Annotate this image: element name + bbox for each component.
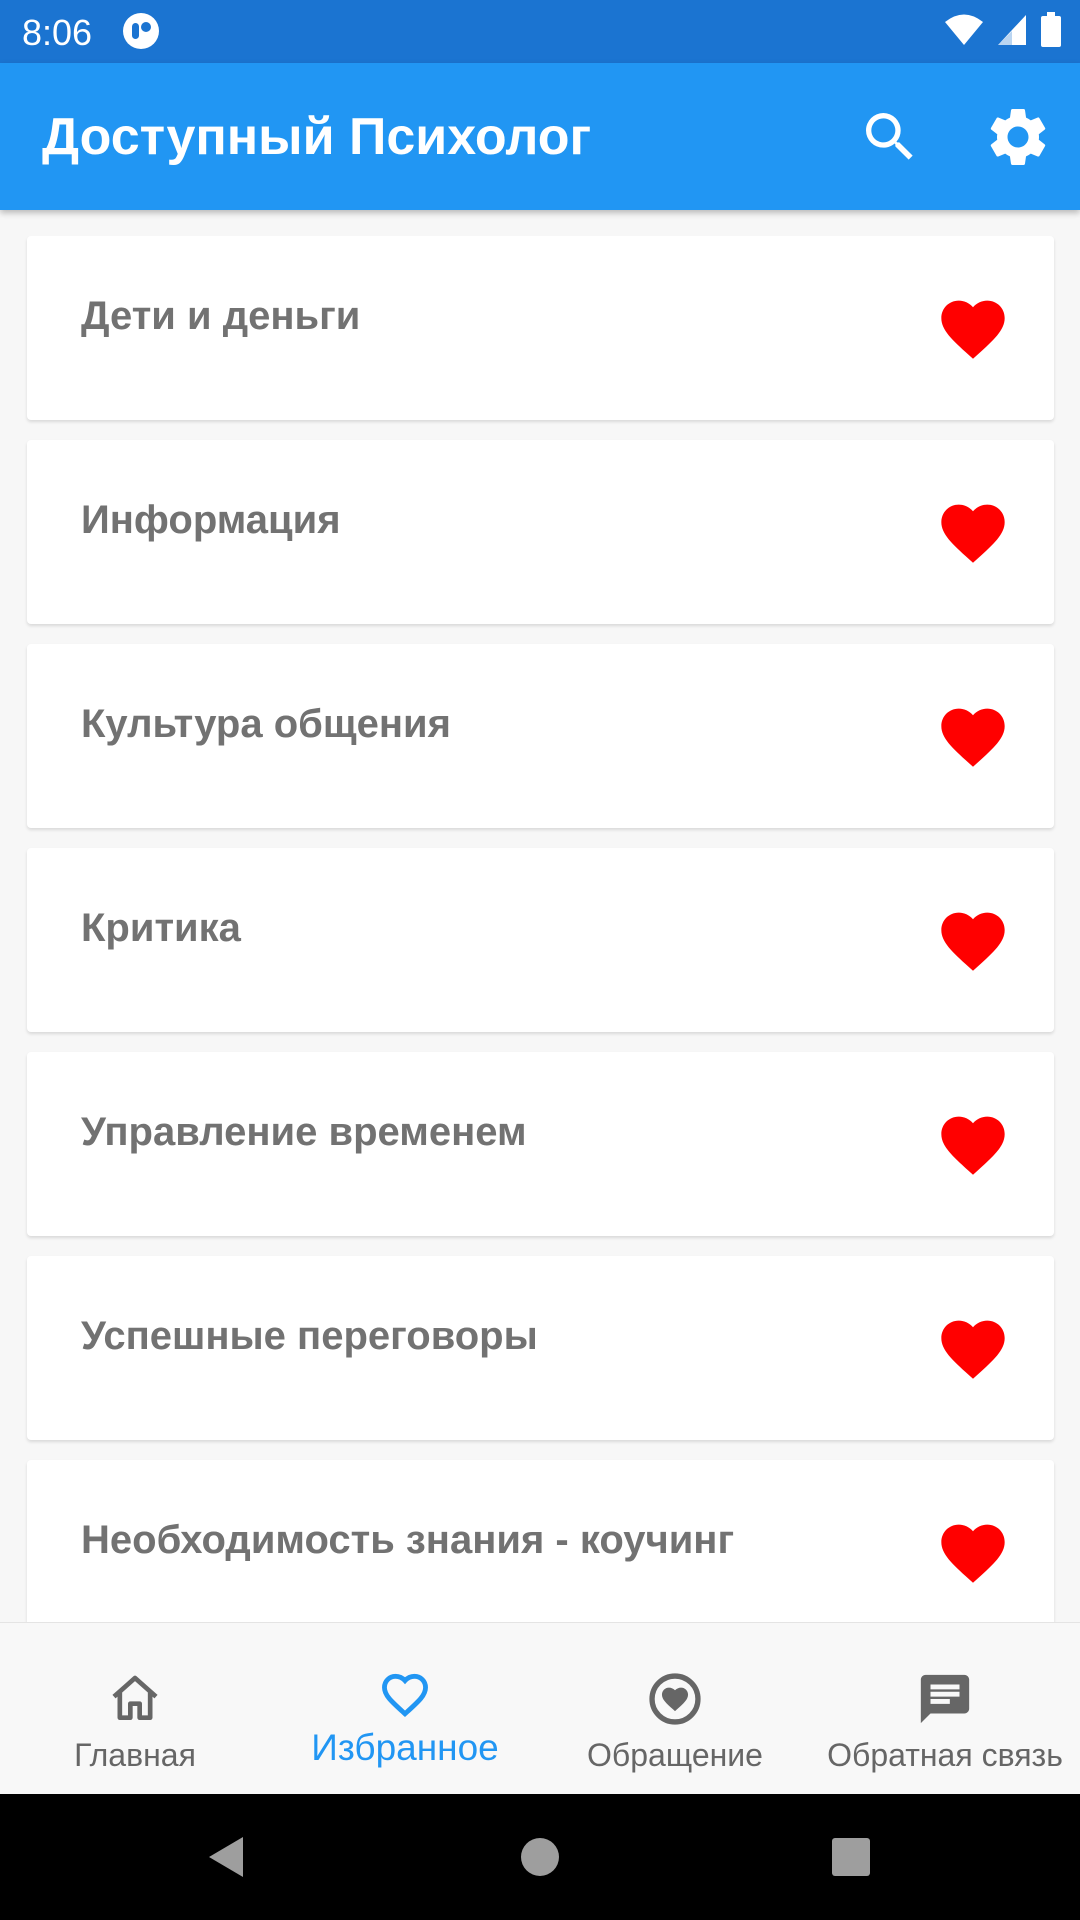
system-navigation-bar [0,1794,1080,1920]
nav-label: Обратная связь [827,1737,1063,1773]
search-icon [866,113,913,160]
home-circle-icon [521,1838,559,1876]
heart-icon [941,912,1005,971]
feedback-icon [915,1669,975,1729]
list-item[interactable]: Управление временем [27,1052,1054,1236]
settings-button[interactable] [978,97,1058,177]
status-time: 8:06 [22,12,93,53]
recents-icon [832,1838,870,1876]
favorite-toggle-button[interactable] [925,486,1021,574]
heart-icon [941,708,1005,767]
heart-outline-icon [375,1663,435,1723]
heart-icon [941,504,1005,563]
nav-item-home[interactable]: Главная [0,1623,270,1795]
home-button[interactable] [507,1824,573,1890]
heart-icon [941,1116,1005,1175]
favorites-list[interactable]: Дети и деньги Информация Культура общени… [0,236,1080,1622]
gear-icon [990,108,1046,165]
list-item[interactable]: Необходимость знания - коучинг [27,1460,1054,1622]
list-item[interactable]: Критика [27,848,1054,1032]
heart-icon [941,1524,1005,1583]
app-notification-icon [122,12,160,50]
list-item[interactable]: Культура общения [27,644,1054,828]
nav-label: Обращение [587,1737,763,1773]
favorite-toggle-button[interactable] [925,282,1021,370]
favorite-toggle-button[interactable] [925,1506,1021,1594]
list-item[interactable]: Дети и деньги [27,236,1054,420]
nav-item-feedback[interactable]: Обратная связь [810,1623,1080,1795]
list-item-label: Культура общения [81,702,451,746]
signal-icon [996,13,1028,52]
favorite-toggle-button[interactable] [925,1302,1021,1390]
favorite-toggle-button[interactable] [925,894,1021,982]
status-bar: 8:06 [0,0,1080,63]
nav-label: Главная [74,1737,196,1773]
list-item[interactable]: Информация [27,440,1054,624]
heart-icon [941,1320,1005,1379]
list-item-label: Критика [81,906,241,950]
nav-item-appeal[interactable]: Обращение [540,1623,810,1795]
list-item-label: Необходимость знания - коучинг [81,1518,735,1562]
recents-button[interactable] [818,1824,884,1890]
favorite-toggle-button[interactable] [925,1098,1021,1186]
search-button[interactable] [850,97,930,177]
app-bar: Доступный Психолог [0,63,1080,210]
app-title: Доступный Психолог [42,108,592,166]
list-item-label: Управление временем [81,1110,527,1154]
heart-icon [941,300,1005,359]
list-item-label: Дети и деньги [81,294,361,338]
favorite-toggle-button[interactable] [925,690,1021,778]
heart-circle-icon [645,1669,705,1729]
nav-item-favorites[interactable]: Избранное [270,1623,540,1795]
nav-label: Избранное [311,1727,499,1768]
battery-icon [1040,12,1062,53]
home-icon [105,1669,165,1729]
bottom-navigation: Главная Избранное Обращение Обратная свя… [0,1622,1080,1794]
list-item-label: Успешные переговоры [81,1314,538,1358]
list-item[interactable]: Успешные переговоры [27,1256,1054,1440]
wifi-icon [944,13,984,52]
back-button[interactable] [192,1824,258,1890]
list-item-label: Информация [81,498,341,542]
back-icon [209,1837,243,1877]
